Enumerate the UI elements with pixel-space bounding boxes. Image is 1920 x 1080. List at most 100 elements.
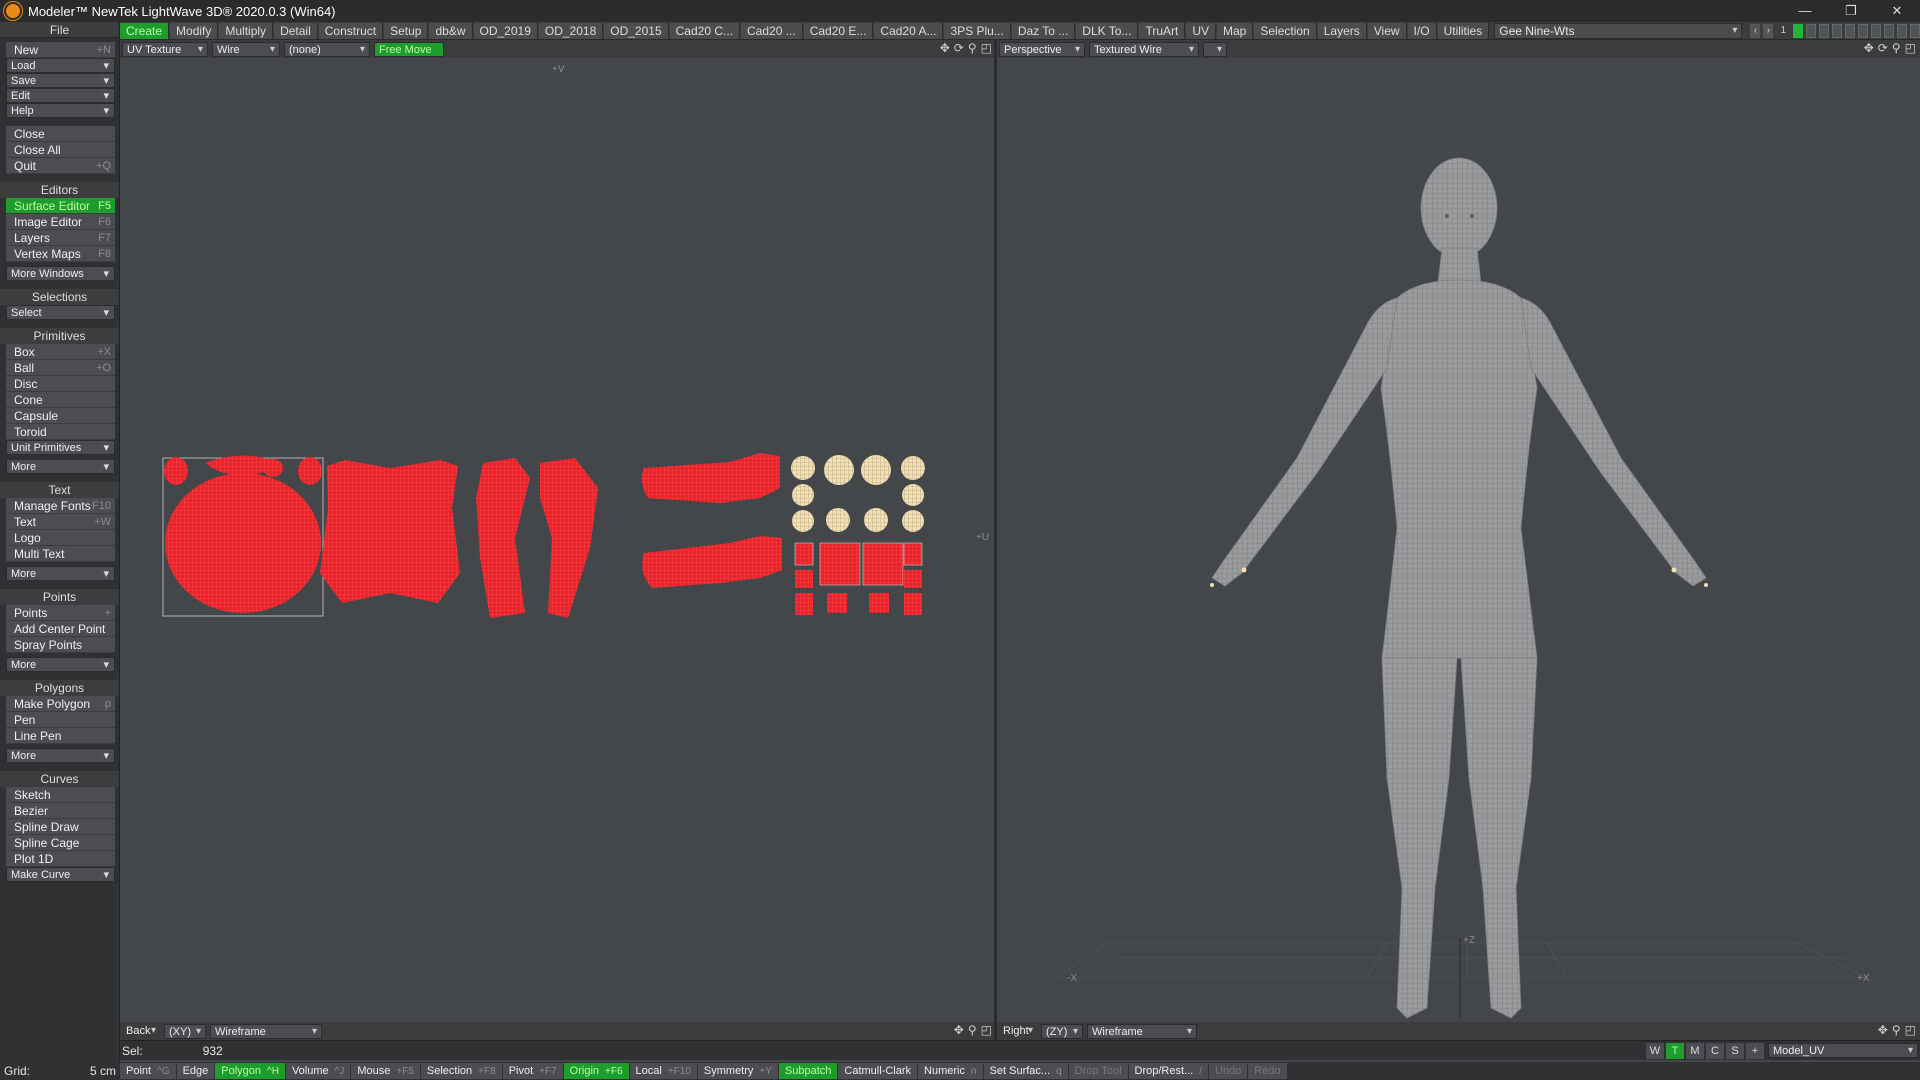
tab-cad20-a[interactable]: Cad20 A... — [874, 22, 944, 39]
edge-button[interactable]: Edge — [176, 1063, 215, 1079]
tab-layers[interactable]: Layers — [1317, 22, 1367, 39]
sidebar-item-logo[interactable]: Logo — [6, 530, 115, 546]
numeric-button[interactable]: Numeric n — [918, 1063, 983, 1079]
layer-slot[interactable] — [1845, 23, 1855, 38]
layer-slot[interactable] — [1897, 23, 1907, 38]
sidebar-item-close[interactable]: Close — [6, 126, 115, 142]
sidebar-item-ball[interactable]: Ball +O — [6, 360, 115, 376]
subpatch-button[interactable]: Subpatch — [778, 1063, 838, 1079]
tab-view[interactable]: View — [1367, 22, 1407, 39]
sidebar-item-cone[interactable]: Cone — [6, 392, 115, 408]
rotate-icon[interactable]: ⟳ — [954, 41, 964, 55]
layer-slot[interactable] — [1819, 23, 1829, 38]
perspective-shading-dropdown[interactable]: Textured Wire — [1089, 41, 1199, 57]
unit-primitives-button[interactable]: Unit Primitives — [6, 440, 115, 455]
layer-slot[interactable] — [1832, 23, 1842, 38]
layer-slot[interactable] — [1884, 23, 1894, 38]
maximize-icon[interactable]: ◰ — [1905, 41, 1916, 55]
tab-truart[interactable]: TruArt — [1139, 22, 1186, 39]
pan-icon[interactable]: ✥ — [954, 1023, 964, 1037]
layer-slot[interactable] — [1858, 23, 1868, 38]
sidebar-item-plot-1d[interactable]: Plot 1D — [6, 851, 115, 867]
prev-layer-icon[interactable]: ‹ — [1750, 23, 1761, 38]
mouse-button[interactable]: Mouse +F5 — [351, 1063, 420, 1079]
sidebar-item-vertex-maps[interactable]: Vertex Maps F8 — [6, 246, 115, 262]
sidebar-item-box[interactable]: Box +X — [6, 344, 115, 360]
sidebar-item-image-editor[interactable]: Image Editor F6 — [6, 214, 115, 230]
local-button[interactable]: Local +F10 — [629, 1063, 697, 1079]
minimize-button[interactable]: — — [1782, 0, 1828, 22]
selection-button[interactable]: Selection +F8 — [420, 1063, 502, 1079]
perspective-view-dropdown[interactable]: Perspective — [999, 41, 1085, 57]
back-shading-dropdown[interactable]: Wireframe — [210, 1023, 322, 1039]
sidebar-item-sketch[interactable]: Sketch — [6, 787, 115, 803]
pivot-button[interactable]: Pivot +F7 — [502, 1063, 563, 1079]
maximize-icon[interactable]: ◰ — [1905, 1023, 1916, 1037]
layer-slot[interactable] — [1910, 23, 1920, 38]
pan-icon[interactable]: ✥ — [1878, 1023, 1888, 1037]
tab-i-o[interactable]: I/O — [1407, 22, 1437, 39]
perspective-viewport[interactable]: Perspective Textured Wire ✥ ⟳ ⚲ ◰ +Z +X … — [997, 40, 1920, 1040]
sidebar-item-close-all[interactable]: Close All — [6, 142, 115, 158]
sidebar-item-manage-fonts[interactable]: Manage Fonts F10 — [6, 498, 115, 514]
layer-slot[interactable] — [1793, 23, 1803, 38]
tab-od-2019[interactable]: OD_2019 — [473, 22, 538, 39]
tab-construct[interactable]: Construct — [318, 22, 384, 39]
tab-db-w[interactable]: db&w — [429, 22, 473, 39]
tab-od-2015[interactable]: OD_2015 — [604, 22, 669, 39]
undo-button[interactable]: Undo — [1209, 1063, 1248, 1079]
sidebar-item-help[interactable]: Help — [6, 103, 115, 118]
view-mode-s[interactable]: S — [1726, 1042, 1744, 1059]
tab-cad20-c[interactable]: Cad20 C... — [669, 22, 740, 39]
more-polygons-button[interactable]: More — [6, 748, 115, 763]
sidebar-item-spline-cage[interactable]: Spline Cage — [6, 835, 115, 851]
sidebar-item-toroid[interactable]: Toroid — [6, 424, 115, 440]
zoom-icon[interactable]: ⚲ — [1892, 1023, 1901, 1037]
sidebar-item-bezier[interactable]: Bezier — [6, 803, 115, 819]
sidebar-item-text[interactable]: Text +W — [6, 514, 115, 530]
sidebar-item-load[interactable]: Load — [6, 58, 115, 73]
right-view-label[interactable]: Right — [999, 1023, 1037, 1039]
sidebar-item-make-polygon[interactable]: Make Polygon p — [6, 696, 115, 712]
sidebar-item-spline-draw[interactable]: Spline Draw — [6, 819, 115, 835]
uv-view-dropdown[interactable]: UV Texture — [122, 41, 208, 57]
layer-slot[interactable] — [1806, 23, 1816, 38]
sidebar-item-layers[interactable]: Layers F7 — [6, 230, 115, 246]
back-view-label[interactable]: Back — [122, 1023, 160, 1039]
sidebar-item-multi-text[interactable]: Multi Text — [6, 546, 115, 562]
drop-rest-button[interactable]: Drop/Rest... / — [1128, 1063, 1208, 1079]
uv-viewport[interactable]: UV Texture Wire (none) Free Move ✥ ⟳ ⚲ ◰… — [120, 40, 996, 1040]
view-mode-m[interactable]: M — [1686, 1042, 1704, 1059]
tab-detail[interactable]: Detail — [274, 22, 318, 39]
drop-tool-button[interactable]: Drop Tool — [1068, 1063, 1128, 1079]
pan-icon[interactable]: ✥ — [1864, 41, 1874, 55]
perspective-options-dropdown[interactable] — [1203, 41, 1227, 57]
catmull-clark-button[interactable]: Catmull-Clark — [838, 1063, 918, 1079]
tab-modify[interactable]: Modify — [170, 22, 219, 39]
tab-multiply[interactable]: Multiply — [219, 22, 274, 39]
view-mode-c[interactable]: C — [1706, 1042, 1724, 1059]
tab-3ps-plu[interactable]: 3PS Plu... — [944, 22, 1011, 39]
tab-cad20-e[interactable]: Cad20 E... — [803, 22, 874, 39]
sidebar-item-save[interactable]: Save — [6, 73, 115, 88]
view-mode-w[interactable]: W — [1646, 1042, 1664, 1059]
more-points-button[interactable]: More — [6, 657, 115, 672]
zoom-icon[interactable]: ⚲ — [968, 1023, 977, 1037]
origin-button[interactable]: Origin +F6 — [563, 1063, 629, 1079]
view-mode-t[interactable]: T — [1666, 1042, 1684, 1059]
toolbar-preset-dropdown[interactable]: Gee Nine-Wts — [1494, 22, 1743, 39]
volume-button[interactable]: Volume ^J — [285, 1063, 351, 1079]
pan-icon[interactable]: ✥ — [940, 41, 950, 55]
polygon-button[interactable]: Polygon ^H — [215, 1063, 285, 1079]
point-button[interactable]: Point ^G — [120, 1063, 176, 1079]
back-axes-dropdown[interactable]: (XY) — [164, 1023, 206, 1039]
tab-daz-to[interactable]: Daz To ... — [1011, 22, 1076, 39]
sidebar-item-spray-points[interactable]: Spray Points — [6, 637, 115, 653]
model-uv-dropdown[interactable]: Model_UV — [1768, 1043, 1918, 1058]
tab-setup[interactable]: Setup — [384, 22, 429, 39]
view-mode-plus[interactable]: + — [1746, 1042, 1764, 1059]
tab-selection[interactable]: Selection — [1254, 22, 1317, 39]
more-primitives-button[interactable]: More — [6, 459, 115, 474]
tab-create[interactable]: Create — [120, 22, 170, 39]
tab-od-2018[interactable]: OD_2018 — [538, 22, 604, 39]
